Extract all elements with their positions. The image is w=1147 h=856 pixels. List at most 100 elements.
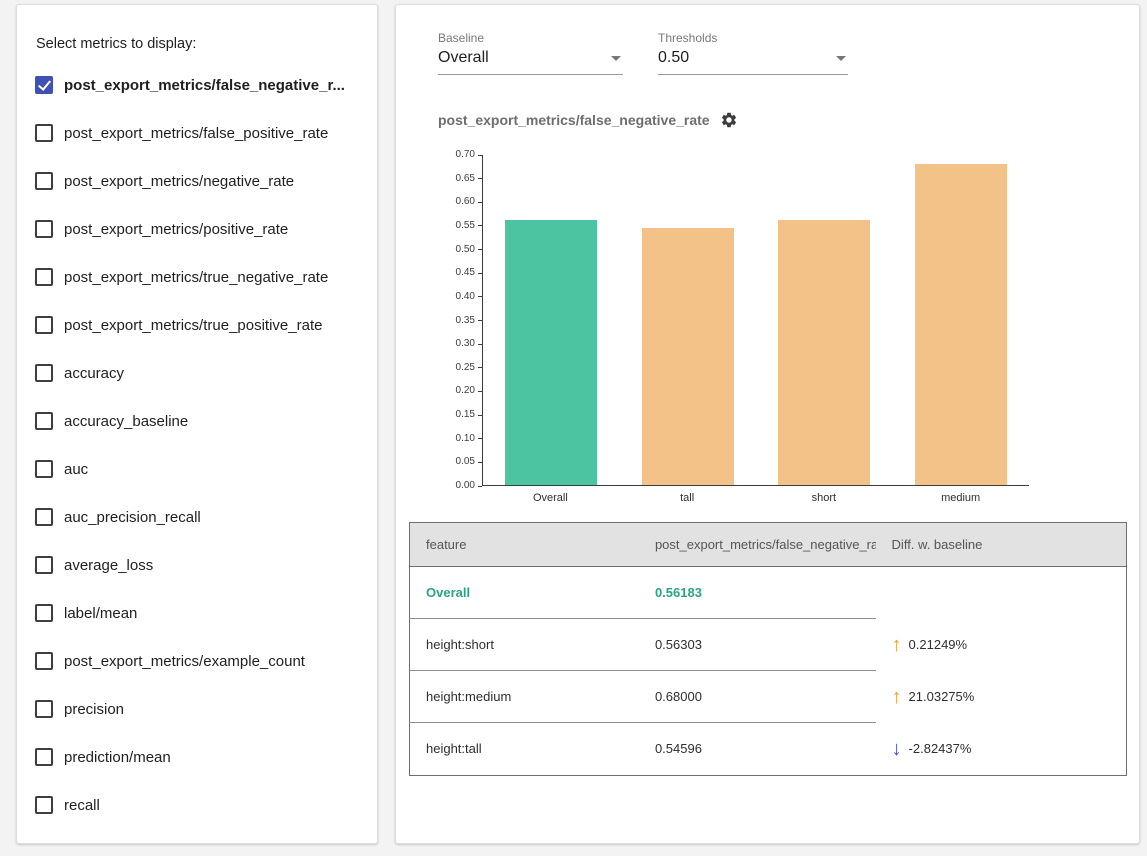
chevron-down-icon[interactable] (836, 56, 846, 61)
table-row: Overall0.56183 (410, 567, 1127, 619)
chevron-down-icon[interactable] (611, 56, 621, 61)
bar-chart: 0.000.050.100.150.200.250.300.350.400.45… (438, 155, 1029, 504)
metric-item[interactable]: recall (17, 781, 377, 829)
metric-item[interactable]: accuracy_baseline (17, 397, 377, 445)
thresholds-select-label: Thresholds (658, 31, 848, 45)
feature-cell: height:tall (410, 723, 639, 776)
y-tick-label: 0.50 (456, 245, 482, 255)
diff-value: -2.82437% (909, 741, 972, 756)
x-tick-label: tall (619, 492, 756, 504)
y-tick-label: 0.65 (456, 174, 482, 184)
bar-slot (893, 155, 1030, 485)
checkbox-unchecked[interactable] (35, 748, 53, 766)
metric-item[interactable]: post_export_metrics/example_count (17, 637, 377, 685)
gear-icon[interactable] (720, 111, 738, 129)
bar-slot (620, 155, 757, 485)
thresholds-select-box[interactable]: 0.50 (658, 49, 848, 75)
down-arrow-icon: ↓ (892, 741, 902, 757)
up-arrow-icon: ↑ (892, 637, 902, 653)
table-row: height:short0.56303↑0.21249% (410, 619, 1127, 671)
y-tick-label: 0.40 (456, 292, 482, 302)
metric-label: post_export_metrics/example_count (64, 653, 305, 670)
y-tick-label: 0.15 (456, 410, 482, 420)
checkbox-unchecked[interactable] (35, 268, 53, 286)
checkbox-unchecked[interactable] (35, 700, 53, 718)
metric-item[interactable]: auc_precision_recall (17, 493, 377, 541)
fairness-indicators-app: Select metrics to display: post_export_m… (0, 0, 1147, 844)
checkbox-unchecked[interactable] (35, 652, 53, 670)
metric-label: post_export_metrics/negative_rate (64, 173, 294, 190)
metric-item[interactable]: post_export_metrics/false_positive_rate (17, 109, 377, 157)
x-tick-label: short (756, 492, 893, 504)
metrics-table: featurepost_export_metrics/false_negativ… (409, 522, 1127, 776)
checkbox-unchecked[interactable] (35, 508, 53, 526)
y-tick-label: 0.25 (456, 363, 482, 373)
y-tick-label: 0.60 (456, 197, 482, 207)
metric-label: post_export_metrics/false_negative_r... (64, 77, 345, 94)
checkbox-unchecked[interactable] (35, 796, 53, 814)
value-cell: 0.54596 (639, 723, 876, 776)
checkbox-unchecked[interactable] (35, 556, 53, 574)
metric-item[interactable]: accuracy (17, 349, 377, 397)
baseline-select-box[interactable]: Overall (438, 49, 623, 75)
baseline-select[interactable]: Baseline Overall (438, 31, 623, 75)
table-header-cell: post_export_metrics/false_negative_rat..… (639, 523, 876, 567)
baseline-select-value: Overall (438, 49, 489, 67)
metric-label: post_export_metrics/false_positive_rate (64, 125, 328, 142)
checkbox-unchecked[interactable] (35, 316, 53, 334)
x-tick-label: medium (892, 492, 1029, 504)
chart-bar-tall[interactable] (642, 228, 734, 485)
metric-label: accuracy_baseline (64, 413, 188, 430)
checkbox-unchecked[interactable] (35, 124, 53, 142)
results-panel: Baseline Overall Thresholds 0.50 post_ex… (395, 4, 1140, 844)
thresholds-select-value: 0.50 (658, 49, 689, 67)
checkbox-unchecked[interactable] (35, 604, 53, 622)
y-tick-label: 0.35 (456, 316, 482, 326)
diff-cell: ↑ 21.03275% (876, 671, 1126, 723)
baseline-select-label: Baseline (438, 31, 623, 45)
chart-bar-Overall[interactable] (505, 220, 597, 485)
x-axis-labels: Overalltallshortmedium (482, 492, 1029, 504)
metric-item[interactable]: prediction/mean (17, 733, 377, 781)
checkbox-checked[interactable] (35, 76, 53, 94)
feature-cell: Overall (410, 567, 639, 619)
diff-value: 0.21249% (909, 637, 968, 652)
checkbox-unchecked[interactable] (35, 460, 53, 478)
bar-slot (756, 155, 893, 485)
chart-title: post_export_metrics/false_negative_rate (438, 112, 710, 128)
checkbox-unchecked[interactable] (35, 172, 53, 190)
metrics-select-panel: Select metrics to display: post_export_m… (16, 4, 378, 844)
metric-item[interactable]: precision (17, 685, 377, 733)
value-cell: 0.68000 (639, 671, 876, 723)
chart-bar-short[interactable] (778, 220, 870, 485)
table-header-row: featurepost_export_metrics/false_negativ… (410, 523, 1127, 567)
metric-item[interactable]: auc (17, 445, 377, 493)
metrics-list: post_export_metrics/false_negative_r...p… (17, 61, 377, 829)
metric-item[interactable]: post_export_metrics/negative_rate (17, 157, 377, 205)
metric-item[interactable]: post_export_metrics/false_negative_r... (17, 61, 377, 109)
diff-value: 21.03275% (909, 689, 975, 704)
table-header-cell: feature (410, 523, 639, 567)
up-arrow-icon: ↑ (892, 689, 902, 705)
feature-cell: height:medium (410, 671, 639, 723)
metric-item[interactable]: average_loss (17, 541, 377, 589)
metric-label: recall (64, 797, 100, 814)
metric-item[interactable]: post_export_metrics/positive_rate (17, 205, 377, 253)
checkbox-unchecked[interactable] (35, 364, 53, 382)
metric-item[interactable]: label/mean (17, 589, 377, 637)
metric-label: prediction/mean (64, 749, 171, 766)
checkbox-unchecked[interactable] (35, 220, 53, 238)
checkbox-unchecked[interactable] (35, 412, 53, 430)
table-header-cell: Diff. w. baseline (876, 523, 1127, 567)
y-tick-label: 0.10 (456, 434, 482, 444)
chart-bar-medium[interactable] (915, 164, 1007, 485)
metric-item[interactable]: post_export_metrics/true_negative_rate (17, 253, 377, 301)
metric-item[interactable]: post_export_metrics/true_positive_rate (17, 301, 377, 349)
y-tick-label: 0.20 (456, 386, 482, 396)
thresholds-select[interactable]: Thresholds 0.50 (658, 31, 848, 75)
table-body: Overall0.56183height:short0.56303↑0.2124… (410, 567, 1127, 776)
y-tick-label: 0.70 (456, 150, 482, 160)
feature-cell: height:short (410, 619, 639, 671)
controls-row: Baseline Overall Thresholds 0.50 (396, 5, 1139, 75)
metric-label: label/mean (64, 605, 137, 622)
